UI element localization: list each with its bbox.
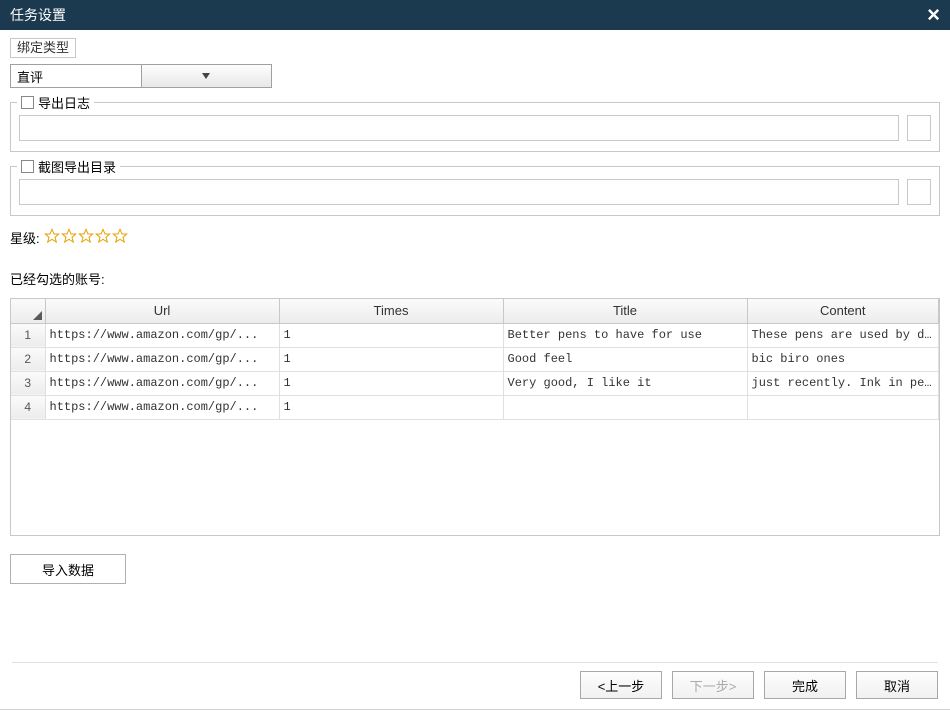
table-row[interactable]: 2https://www.amazon.com/gp/...1Good feel… [11,347,939,371]
row-number: 4 [11,395,45,419]
cancel-button[interactable]: 取消 [856,671,938,699]
star-icon[interactable] [78,228,94,247]
cell-url[interactable]: https://www.amazon.com/gp/... [45,371,279,395]
col-header-times[interactable]: Times [279,299,503,323]
bind-type-group: 绑定类型 直评 [10,38,940,88]
table-row[interactable]: 1https://www.amazon.com/gp/...1 Better p… [11,323,939,347]
prev-button[interactable]: <上一步 [580,671,662,699]
cell-times[interactable]: 1 [279,395,503,419]
star-icon[interactable] [112,228,128,247]
cell-content[interactable]: bic biro ones [747,347,939,371]
table-corner[interactable] [11,299,45,323]
finish-button[interactable]: 完成 [764,671,846,699]
row-number: 2 [11,347,45,371]
cell-content[interactable]: just recently. Ink in pens... [747,371,939,395]
screenshot-dir-group: 截图导出目录 [10,166,940,216]
chevron-down-icon[interactable] [141,65,272,87]
table-row[interactable]: 4https://www.amazon.com/gp/...1 [11,395,939,419]
cell-title[interactable]: Better pens to have for use [503,323,747,347]
cell-url[interactable]: https://www.amazon.com/gp/... [45,395,279,419]
row-number: 1 [11,323,45,347]
titlebar: 任务设置 × [0,0,950,30]
cell-times[interactable]: 1 [279,371,503,395]
cell-content[interactable]: These pens are used by doc... [747,323,939,347]
cell-content[interactable] [747,395,939,419]
export-log-group: 导出日志 [10,102,940,152]
col-header-content[interactable]: Content [747,299,939,323]
bind-type-select[interactable]: 直评 [10,64,272,88]
cell-times[interactable]: 1 [279,323,503,347]
export-log-legend: 导出日志 [38,93,90,112]
col-header-title[interactable]: Title [503,299,747,323]
export-log-browse-button[interactable] [907,115,931,141]
rating-stars[interactable] [44,228,128,247]
bind-type-value: 直评 [11,67,141,86]
row-number: 3 [11,371,45,395]
selected-accounts-label: 已经勾选的账号: [10,269,940,288]
cell-url[interactable]: https://www.amazon.com/gp/... [45,347,279,371]
star-icon[interactable] [95,228,111,247]
import-data-button[interactable]: 导入数据 [10,554,126,584]
screenshot-dir-path-input[interactable] [19,179,899,205]
screenshot-dir-checkbox[interactable] [21,160,34,173]
screenshot-dir-browse-button[interactable] [907,179,931,205]
cell-title[interactable]: Good feel [503,347,747,371]
rating-label: 星级: [10,228,40,247]
cell-title[interactable]: Very good, I like it [503,371,747,395]
content-area: 绑定类型 直评 导出日志 截图导出目录 星级: [0,30,950,584]
next-button: 下一步> [672,671,754,699]
cell-title[interactable] [503,395,747,419]
bind-type-legend: 绑定类型 [10,38,76,58]
footer-buttons: <上一步 下一步> 完成 取消 [12,662,938,699]
accounts-table-wrap: Url Times Title Content 1https://www.ama… [10,298,940,536]
close-icon[interactable]: × [927,4,940,26]
export-log-path-input[interactable] [19,115,899,141]
window-title: 任务设置 [10,5,66,25]
rating-row: 星级: [10,228,940,247]
screenshot-dir-legend: 截图导出目录 [38,157,116,176]
accounts-table: Url Times Title Content 1https://www.ama… [11,299,939,420]
export-log-checkbox[interactable] [21,96,34,109]
star-icon[interactable] [61,228,77,247]
cell-url[interactable]: https://www.amazon.com/gp/... [45,323,279,347]
table-row[interactable]: 3https://www.amazon.com/gp/...1Very good… [11,371,939,395]
col-header-url[interactable]: Url [45,299,279,323]
star-icon[interactable] [44,228,60,247]
cell-times[interactable]: 1 [279,347,503,371]
